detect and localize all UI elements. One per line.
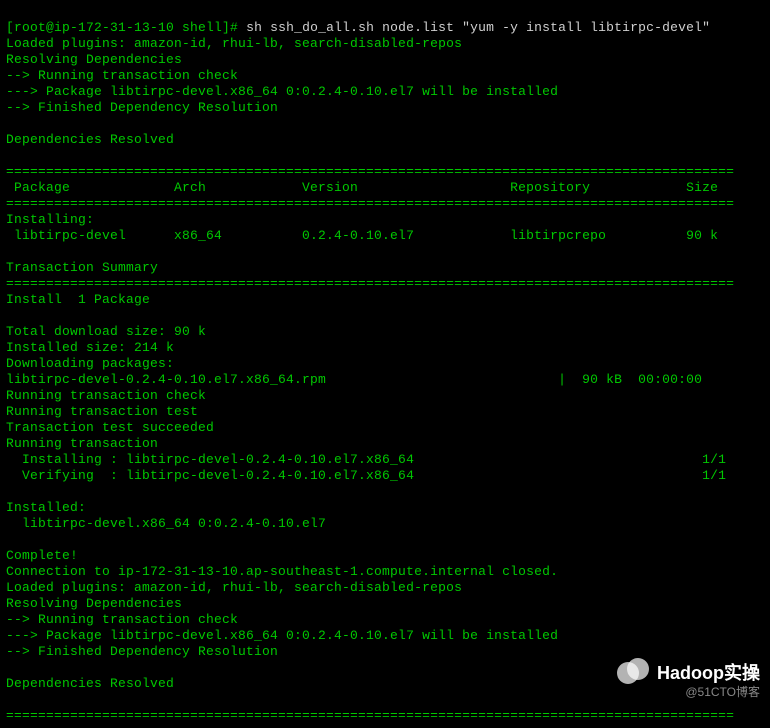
output-line: ---> Package libtirpc-devel.x86_64 0:0.2…	[6, 84, 558, 99]
output-line: Install 1 Package	[6, 292, 150, 307]
output-line: --> Running transaction check	[6, 612, 238, 627]
output-line: Downloading packages:	[6, 356, 174, 371]
blank-line	[6, 532, 14, 547]
output-line: Total download size: 90 k	[6, 324, 206, 339]
output-line: ---> Package libtirpc-devel.x86_64 0:0.2…	[6, 628, 558, 643]
progress-line: Verifying : libtirpc-devel-0.2.4-0.10.el…	[6, 468, 726, 483]
output-line: Resolving Dependencies	[6, 52, 182, 67]
divider: ========================================…	[6, 708, 734, 723]
output-line: Running transaction	[6, 436, 158, 451]
watermark: Hadoop实操	[617, 658, 760, 686]
blank-line	[6, 244, 14, 259]
output-line: Dependencies Resolved	[6, 676, 174, 691]
output-line: libtirpc-devel.x86_64 0:0.2.4-0.10.el7	[6, 516, 326, 531]
blank-line	[6, 484, 14, 499]
output-line: --> Finished Dependency Resolution	[6, 644, 278, 659]
blank-line	[6, 308, 14, 323]
output-line: --> Running transaction check	[6, 68, 238, 83]
section-header: Installed:	[6, 500, 86, 515]
output-line: Connection to ip-172-31-13-10.ap-southea…	[6, 564, 558, 579]
output-line: Running transaction check	[6, 388, 206, 403]
output-line: Transaction test succeeded	[6, 420, 214, 435]
divider: ========================================…	[6, 196, 734, 211]
shell-prompt: [root@ip-172-31-13-10 shell]#	[6, 20, 238, 35]
section-header: Installing:	[6, 212, 94, 227]
output-line: Running transaction test	[6, 404, 198, 419]
watermark-blog: @51CTO博客	[685, 683, 760, 700]
output-line: Resolving Dependencies	[6, 596, 182, 611]
shell-command: sh ssh_do_all.sh node.list "yum -y insta…	[246, 20, 710, 35]
terminal-output[interactable]: [root@ip-172-31-13-10 shell]# sh ssh_do_…	[0, 0, 770, 728]
output-line: libtirpc-devel-0.2.4-0.10.el7.x86_64.rpm…	[6, 372, 702, 387]
watermark-brand: Hadoop实操	[657, 659, 760, 685]
divider: ========================================…	[6, 276, 734, 291]
output-line: Loaded plugins: amazon-id, rhui-lb, sear…	[6, 36, 462, 51]
section-header: Transaction Summary	[6, 260, 158, 275]
output-line: Loaded plugins: amazon-id, rhui-lb, sear…	[6, 580, 462, 595]
wechat-icon	[617, 658, 651, 686]
table-row: libtirpc-devel x86_64 0.2.4-0.10.el7 lib…	[6, 228, 718, 243]
output-line: Installed size: 214 k	[6, 340, 174, 355]
progress-line: Installing : libtirpc-devel-0.2.4-0.10.e…	[6, 452, 726, 467]
divider: ========================================…	[6, 164, 734, 179]
output-line: --> Finished Dependency Resolution	[6, 100, 278, 115]
table-header: Package Arch Version Repository Size	[6, 180, 718, 195]
output-line: Dependencies Resolved	[6, 132, 174, 147]
output-line: Complete!	[6, 548, 78, 563]
